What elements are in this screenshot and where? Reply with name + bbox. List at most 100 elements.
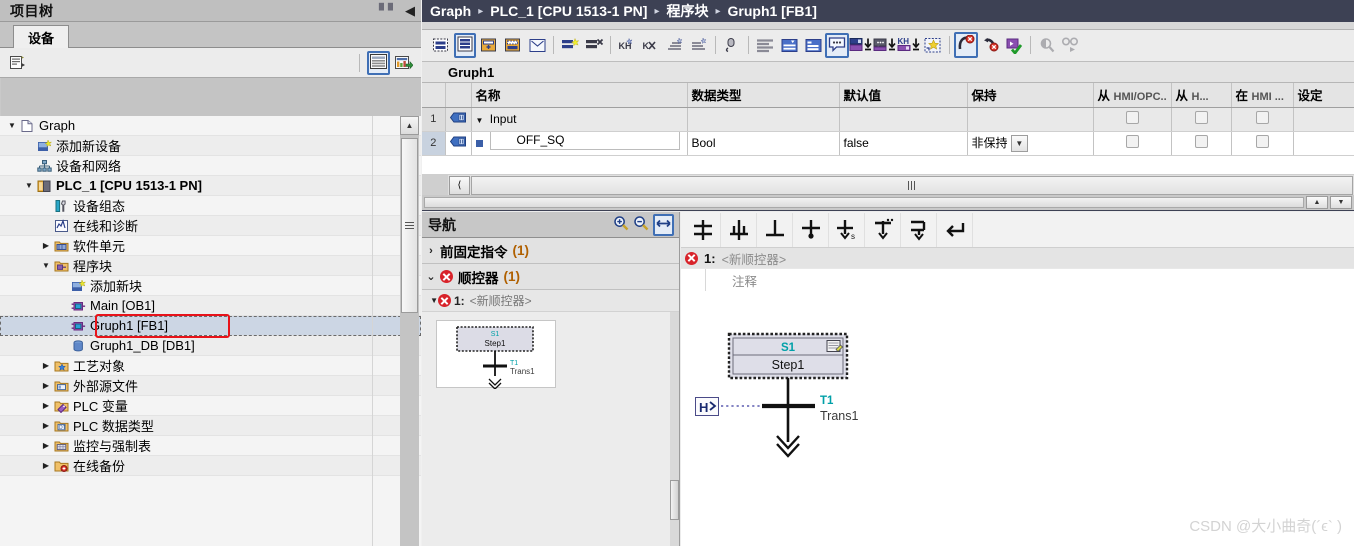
columns-icon[interactable]: ▘▘ (379, 3, 398, 19)
interface-row[interactable]: 2 OFF_SQ Bool false 非保持 ▼ (422, 131, 1354, 156)
column-header-6[interactable]: 从 HMI/OPC.. (1093, 83, 1172, 108)
download-tags-icon[interactable]: KH (897, 33, 921, 57)
breadcrumb-item-2[interactable]: 程序块 (666, 1, 708, 21)
insert-jump-icon[interactable] (793, 212, 829, 247)
hmi-opc-checkbox[interactable] (1125, 135, 1139, 148)
splitter-up-icon[interactable]: ▲ (1306, 196, 1328, 209)
hmi-opc-checkbox-cell[interactable] (1093, 131, 1172, 156)
scroll-left-icon[interactable]: ⟨ (449, 175, 470, 195)
sequencer-name[interactable]: <新顺控器> (722, 249, 787, 268)
hmi-checkbox-cell[interactable] (1171, 131, 1232, 156)
network-overview-icon[interactable] (453, 32, 477, 58)
navigation-vertical-scrollbar[interactable] (670, 312, 679, 546)
tree-item-5[interactable]: 在线和诊断 (0, 216, 421, 236)
chevron-down-icon[interactable]: ▼ (23, 181, 35, 190)
scroll-thumb[interactable] (401, 138, 418, 313)
goto-branch-icon[interactable]: KH (615, 33, 639, 57)
project-tree-list[interactable]: ▼ Graph 添加新设备 设备和网络 ▼ PLC_1 [CPU 1513-1 PN] 设备… (0, 116, 421, 546)
zoom-in-icon[interactable] (613, 215, 629, 234)
insert-network-icon[interactable] (429, 33, 453, 57)
symbolic-view-icon[interactable] (777, 33, 801, 57)
chevron-down-icon[interactable]: ⌄ (422, 270, 440, 283)
insert-box-icon[interactable] (501, 33, 525, 57)
sort-asc-icon[interactable] (663, 33, 687, 57)
monitor-on-icon[interactable] (954, 32, 978, 58)
column-header-0[interactable] (422, 83, 446, 108)
editor-splitter[interactable]: ▲ ▼ (422, 195, 1354, 211)
nav-section-0[interactable]: › 前固定指令 (1) (422, 238, 679, 264)
tree-item-2[interactable]: 设备和网络 (0, 156, 421, 176)
collapse-left-icon[interactable]: ◀ (405, 3, 415, 19)
insert-simultaneous-branch-icon[interactable]: s (829, 212, 865, 247)
insert-step-transition-icon[interactable] (685, 212, 721, 247)
chevron-right-icon[interactable]: ▶ (40, 401, 52, 410)
tree-item-14[interactable]: ▶ PLC 变量 (0, 396, 421, 416)
add-network-icon[interactable] (558, 33, 582, 57)
default-value-cell[interactable] (839, 107, 968, 132)
column-header-7[interactable]: 从 H... (1171, 83, 1232, 108)
comment-box-icon[interactable] (525, 33, 549, 57)
tree-item-11[interactable]: Gruph1_DB [DB1] (0, 336, 421, 356)
absolute-view-icon[interactable] (753, 33, 777, 57)
scroll-up-icon[interactable]: ▲ (400, 116, 419, 135)
interface-row[interactable]: 1 ▼ Input (422, 107, 1354, 132)
retain-dropdown-icon[interactable]: ▼ (1010, 135, 1028, 153)
tree-item-1[interactable]: 添加新设备 (0, 136, 421, 156)
parameter-name-input[interactable]: OFF_SQ (489, 131, 680, 150)
in-hmi-checkbox[interactable] (1255, 111, 1269, 124)
chevron-down-icon[interactable]: ▼ (422, 296, 438, 305)
hmi-opc-checkbox-cell[interactable] (1093, 107, 1172, 132)
retain-cell[interactable] (967, 107, 1094, 132)
parameter-name-cell[interactable]: OFF_SQ (471, 131, 688, 156)
tree-item-6[interactable]: ▶ 软件单元 (0, 236, 421, 256)
interface-horizontal-scrollbar[interactable]: ⟨ (422, 174, 1354, 195)
in-hmi-checkbox-cell[interactable] (1231, 107, 1294, 132)
in-hmi-checkbox-cell[interactable] (1231, 131, 1294, 156)
nav-sequencer-item[interactable]: ▼ 1: <新顺控器> (422, 290, 679, 312)
show-table-icon[interactable] (367, 50, 390, 75)
column-header-4[interactable]: 默认值 (839, 83, 968, 108)
zoom-out-icon[interactable] (633, 215, 649, 234)
tree-item-3[interactable]: ▼ PLC_1 [CPU 1513-1 PN] (0, 176, 421, 196)
navigation-overview-canvas[interactable]: S1 Step1 T1 Trans1 (422, 312, 671, 546)
hmi-opc-checkbox[interactable] (1125, 111, 1139, 124)
hmi-checkbox[interactable] (1194, 135, 1208, 148)
chevron-right-icon[interactable]: ▶ (40, 361, 52, 370)
tree-item-16[interactable]: ▶ 监控与强制表 (0, 436, 421, 456)
parameter-name-cell[interactable]: ▼ Input (471, 107, 688, 132)
retain-cell[interactable]: 非保持 ▼ (967, 131, 1094, 156)
datatype-cell[interactable] (687, 107, 840, 132)
chevron-right-icon[interactable]: ▶ (40, 381, 52, 390)
cut-branch-icon[interactable]: K (639, 33, 663, 57)
default-value-cell[interactable]: false (839, 131, 968, 156)
tree-item-15[interactable]: ▶ DT PLC 数据类型 (0, 416, 421, 436)
column-header-1[interactable] (445, 83, 472, 108)
download-comment-icon[interactable] (873, 33, 897, 57)
tree-item-0[interactable]: ▼ Graph (0, 116, 421, 136)
tree-item-4[interactable]: 设备组态 (0, 196, 421, 216)
tree-item-12[interactable]: ▶ 工艺对象 (0, 356, 421, 376)
hmi-checkbox-cell[interactable] (1171, 107, 1232, 132)
tab-devices[interactable]: 设备 (13, 25, 70, 49)
insert-sequence-end-icon[interactable] (901, 212, 937, 247)
insert-step-icon[interactable] (721, 212, 757, 247)
chevron-right-icon[interactable]: ▶ (40, 461, 52, 470)
splitter-down-icon[interactable]: ▼ (1330, 196, 1352, 209)
setpoint-checkbox-cell[interactable] (1293, 131, 1354, 156)
insert-alternative-branch-icon[interactable] (865, 212, 901, 247)
chevron-right-icon[interactable]: › (422, 245, 440, 257)
online-block-icon[interactable] (1002, 33, 1026, 57)
column-header-8[interactable]: 在 HMI ... (1231, 83, 1294, 108)
column-header-5[interactable]: 保持 (967, 83, 1094, 108)
tree-item-17[interactable]: ▶ 在线备份 (0, 456, 421, 476)
download-block-icon[interactable] (849, 33, 873, 57)
monitor-off-icon[interactable] (978, 33, 1002, 57)
favorites-icon[interactable] (921, 33, 945, 57)
column-header-9[interactable]: 设定 (1293, 83, 1354, 108)
show-comment-icon[interactable] (825, 32, 849, 58)
symbol-info-icon[interactable] (801, 33, 825, 57)
sort-desc-icon[interactable] (687, 33, 711, 57)
tree-item-8[interactable]: 添加新块 (0, 276, 421, 296)
tree-item-7[interactable]: ▼ 程序块 (0, 256, 421, 276)
chevron-right-icon[interactable]: ▶ (40, 441, 52, 450)
